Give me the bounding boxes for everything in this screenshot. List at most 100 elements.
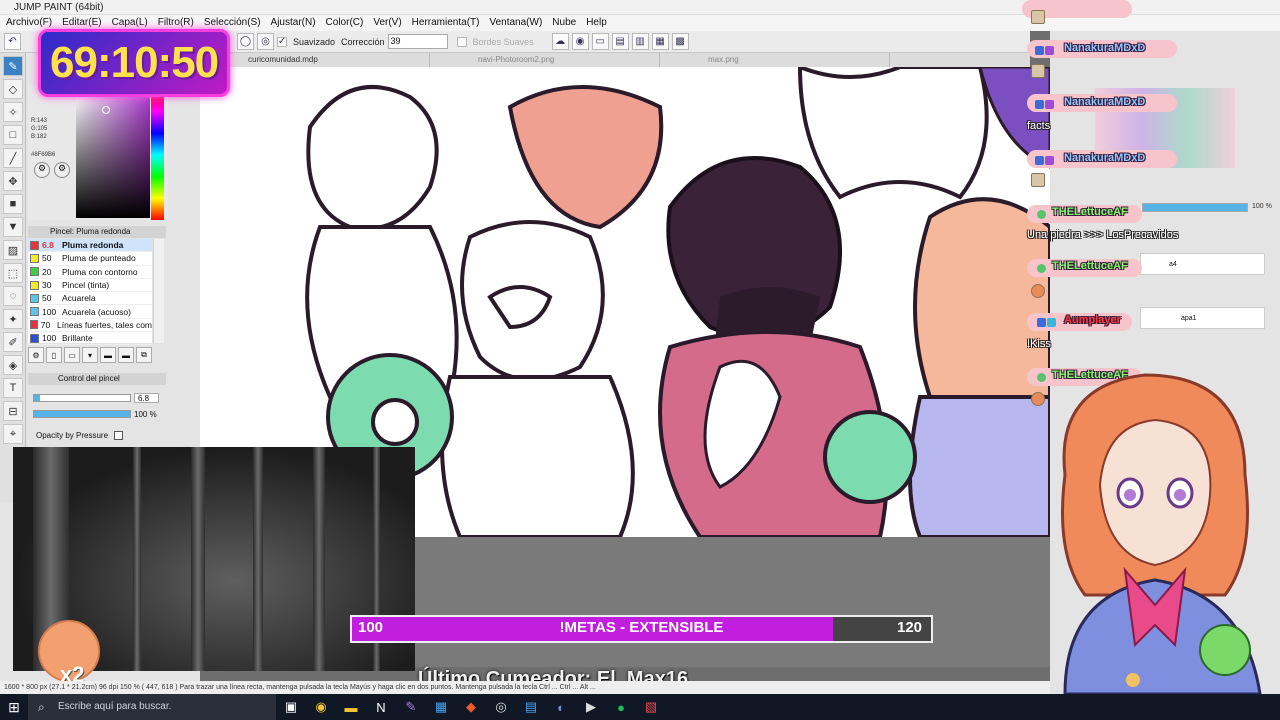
chat-username-4: THELettuceAF xyxy=(1052,206,1128,218)
brush-name: Líneas fuertes, tales com xyxy=(57,319,152,330)
brush-folder-icon[interactable]: ▬ xyxy=(100,347,116,363)
menu-nube[interactable]: Nube xyxy=(552,15,576,31)
brush-delete-icon[interactable]: ⧉ xyxy=(136,347,152,363)
divide-tool-icon[interactable]: ⊟ xyxy=(3,401,23,421)
obs-icon[interactable]: ◎ xyxy=(486,694,516,720)
cloud-icon[interactable]: ☁ xyxy=(551,33,569,50)
menu-ajustar[interactable]: Ajustar(N) xyxy=(271,15,316,31)
brush-item[interactable]: 50 Pluma de punteado xyxy=(28,252,152,266)
app-icon[interactable]: ▤ xyxy=(516,694,546,720)
spotify-icon[interactable]: ● xyxy=(606,694,636,720)
brush-item[interactable]: 70 Líneas fuertes, tales com xyxy=(28,319,152,333)
new-brush-icon[interactable]: ▯ xyxy=(46,347,62,363)
discord-icon[interactable]: ◐ xyxy=(546,694,576,720)
brush-item[interactable]: 20 Pluma con contorno xyxy=(28,266,152,279)
select-eraser-tool-icon[interactable]: ◈ xyxy=(3,355,23,375)
taskbar-search[interactable]: ⌕ Escribe aquí para buscar. xyxy=(28,694,276,720)
pen-app-icon[interactable]: ✎ xyxy=(396,694,426,720)
menu-help[interactable]: Help xyxy=(586,15,607,31)
brush-item[interactable]: 100 Brillante xyxy=(28,332,152,346)
pen-tool-icon[interactable]: ✎ xyxy=(3,56,23,76)
brush-size: 100 xyxy=(42,333,57,344)
brush-item[interactable]: 30 Pincel (tinta) xyxy=(28,279,152,293)
layout-icon[interactable]: ▤ xyxy=(611,33,629,50)
goal-max: 120 xyxy=(897,619,923,636)
layer-row-1[interactable]: a4 xyxy=(1140,253,1265,275)
chrome-icon[interactable]: ◉ xyxy=(306,694,336,720)
hue-slider[interactable] xyxy=(151,90,164,220)
rectangle-tool-icon[interactable]: □ xyxy=(3,125,23,145)
color-cursor xyxy=(102,106,110,114)
menu-herramienta[interactable]: Herramienta(T) xyxy=(412,15,480,31)
brush-color-swatch xyxy=(30,307,39,317)
pressure-checkbox[interactable] xyxy=(114,431,123,440)
brush-size-slider[interactable] xyxy=(33,394,131,402)
move-tool-icon[interactable]: ✥ xyxy=(3,171,23,191)
text-tool-icon[interactable]: T xyxy=(3,378,23,398)
brush-settings-icon[interactable]: ⚙ xyxy=(28,347,44,363)
lasso-tool-icon[interactable]: ◌ xyxy=(3,286,23,306)
layer-opacity-bar[interactable] xyxy=(1142,203,1248,212)
brush-name: Pincel (tinta) xyxy=(62,280,110,291)
copy-brush-icon[interactable]: ▭ xyxy=(64,347,80,363)
brush-size: 50 xyxy=(42,293,52,304)
brave-icon[interactable]: ◆ xyxy=(456,694,486,720)
brush-item[interactable]: 100 Acuarela (acuoso) xyxy=(28,305,152,319)
correction-input[interactable]: 39 xyxy=(387,34,448,49)
soft-edges-checkbox[interactable] xyxy=(456,36,467,47)
saturation-value-picker[interactable] xyxy=(76,92,150,218)
brush-menu-icon[interactable]: ▾ xyxy=(82,347,98,363)
eyedropper-tool-icon[interactable]: ⌖ xyxy=(3,424,23,444)
windows-start-icon[interactable]: ⊞ xyxy=(0,694,28,720)
menu-color[interactable]: Color(C) xyxy=(326,15,364,31)
magic-wand-tool-icon[interactable]: ✦ xyxy=(3,309,23,329)
comment-icon[interactable]: ▭ xyxy=(591,33,609,50)
chat-emote-icon xyxy=(1031,64,1045,78)
line-tool-icon[interactable]: ╱ xyxy=(3,148,23,168)
task-view-icon[interactable]: ▣ xyxy=(276,694,306,720)
brush-mode-icon[interactable]: ◯ xyxy=(237,33,254,50)
brush-item[interactable]: 6.8 Pluma redonda xyxy=(28,239,152,253)
brush-folder-2-icon[interactable]: ▬ xyxy=(118,347,134,363)
bucket-tool-icon[interactable]: ▼ xyxy=(3,217,23,237)
color-r: R:143 xyxy=(31,118,48,124)
brush-color-swatch xyxy=(30,267,39,277)
page-icon[interactable]: ▥ xyxy=(631,33,649,50)
smooth-checkbox[interactable]: ✓ xyxy=(277,36,287,47)
tab-navi-photoroom[interactable]: navi-Photoroom2.png xyxy=(430,53,660,67)
undo-icon[interactable]: ↶ xyxy=(4,33,21,50)
tab-max[interactable]: max.png xyxy=(660,53,890,67)
paint-app-icon[interactable]: ▧ xyxy=(636,694,666,720)
brush-size-value[interactable]: 6.8 xyxy=(134,393,159,403)
gradient-tool-icon[interactable]: ▨ xyxy=(3,240,23,260)
brush-item[interactable]: 50 Acuarela xyxy=(28,292,152,306)
select-pen-tool-icon[interactable]: ✐ xyxy=(3,332,23,352)
panel-icon[interactable]: ▦ xyxy=(651,33,669,50)
store-icon[interactable]: ▦ xyxy=(426,694,456,720)
layer-row-2[interactable]: apa1 xyxy=(1140,307,1265,329)
menu-ver[interactable]: Ver(V) xyxy=(373,15,401,31)
brush-color-swatch xyxy=(30,253,39,263)
brush-opacity-slider[interactable] xyxy=(33,410,131,418)
file-explorer-icon[interactable]: ▬ xyxy=(336,694,366,720)
pressure-label: Opacity by Pressure xyxy=(36,431,109,440)
goal-label: !METAS - EXTENSIBLE xyxy=(559,619,724,636)
bg-color-swatch[interactable]: ⚙ xyxy=(54,162,70,178)
chat-badges xyxy=(1035,156,1054,165)
chat-emote-icon xyxy=(1031,173,1045,187)
notion-icon[interactable]: N xyxy=(366,694,396,720)
video-icon[interactable]: ▶ xyxy=(576,694,606,720)
brush-list-scrollbar[interactable] xyxy=(153,239,164,343)
menu-ventana[interactable]: Ventana(W) xyxy=(489,15,542,31)
fg-color-swatch[interactable]: ⚙ xyxy=(34,162,50,178)
brush-mode-2-icon[interactable]: ◎ xyxy=(257,33,274,50)
eraser-tool-icon[interactable]: ◇ xyxy=(3,79,23,99)
select-tool-icon[interactable]: ⬚ xyxy=(3,263,23,283)
blur-tool-icon[interactable]: ✧ xyxy=(3,102,23,122)
chat-message-6: !Kiss xyxy=(1027,338,1051,350)
brush-name: Pluma redonda xyxy=(62,240,124,251)
eye-icon[interactable]: ◉ xyxy=(571,33,589,50)
tab-curicomunidad[interactable]: curicomunidad.mdp xyxy=(200,53,430,67)
grid-icon[interactable]: ▩ xyxy=(671,33,689,50)
fill-rect-tool-icon[interactable]: ■ xyxy=(3,194,23,214)
